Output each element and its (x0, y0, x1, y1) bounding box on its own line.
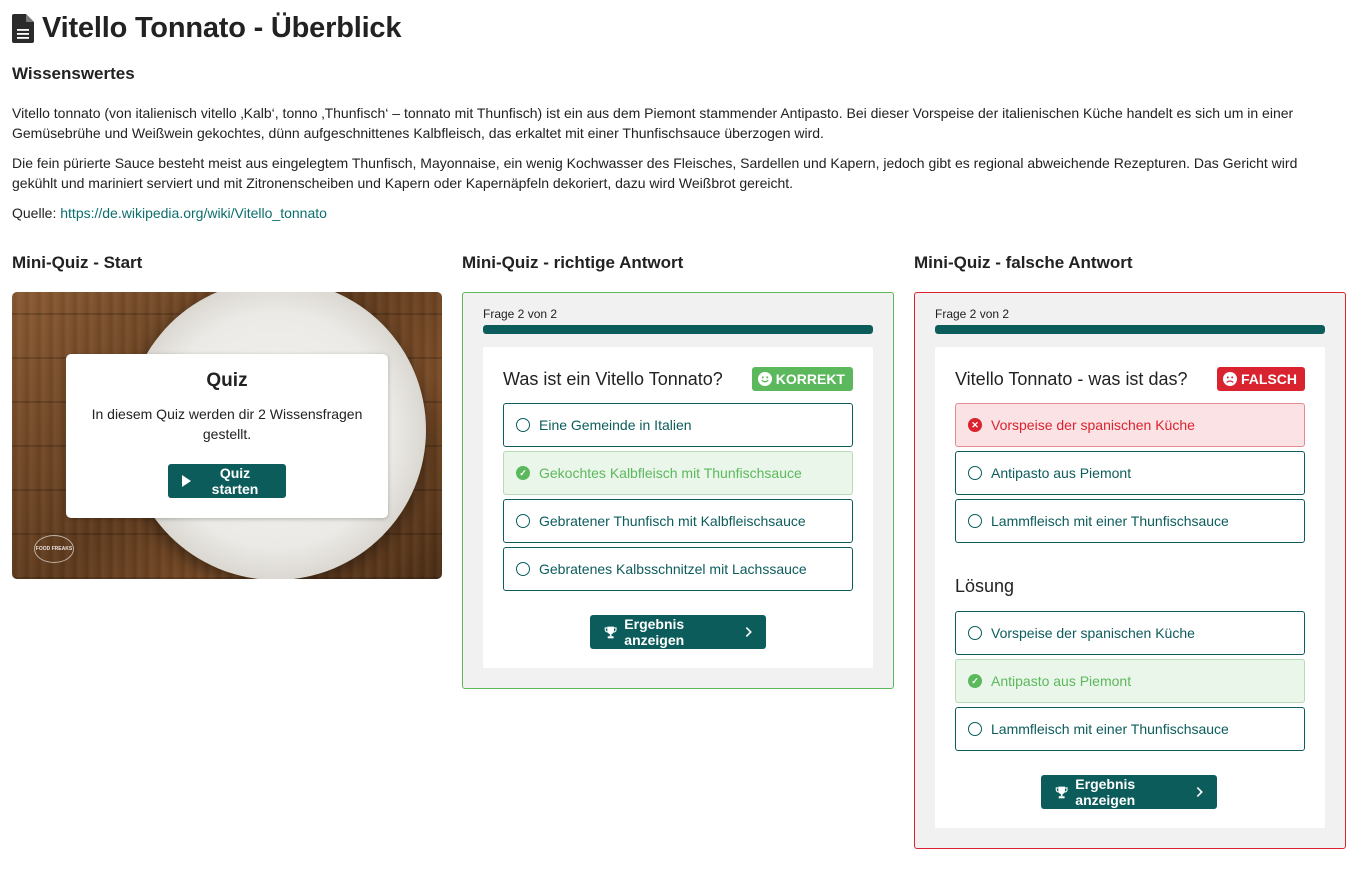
correct-column-title: Mini-Quiz - richtige Antwort (462, 253, 684, 272)
status-badge-correct: KORREKT (751, 367, 853, 391)
progress-fill (483, 325, 873, 334)
answer-option[interactable]: Antipasto aus Piemont (955, 451, 1305, 495)
start-quiz-label: Quiz starten (211, 465, 259, 497)
progress-label: Frage 2 von 2 (935, 307, 1010, 321)
solution-option: Vorspeise der spanischen Küche (955, 611, 1305, 655)
page-heading: Vitello Tonnato - Überblick (42, 11, 402, 44)
quiz-start-card: FOOD FREAKS Quiz In diesem Quiz werden d… (12, 292, 442, 579)
radio-icon (516, 562, 530, 576)
status-label: FALSCH (1241, 371, 1297, 387)
answer-label: Gebratenes Kalbsschnitzel mit Lachssauce (539, 561, 807, 577)
chevron-right-icon (745, 627, 752, 637)
show-result-button[interactable]: Ergebnis anzeigen (1041, 775, 1217, 809)
trophy-icon (604, 626, 617, 638)
check-icon: ✓ (968, 674, 982, 688)
play-icon (182, 475, 191, 487)
answer-option[interactable]: Gebratener Thunfisch mit Kalbfleischsauc… (503, 499, 853, 543)
check-icon: ✓ (516, 466, 530, 480)
answer-label: Vorspeise der spanischen Küche (991, 417, 1195, 433)
radio-icon (968, 722, 982, 736)
show-result-label: Ergebnis anzeigen (624, 616, 685, 648)
solution-option: Lammfleisch mit einer Thunfischsauce (955, 707, 1305, 751)
info-paragraph-2: Die fein pürierte Sauce besteht meist au… (12, 155, 1298, 191)
smiley-icon (757, 372, 772, 386)
info-paragraph-1: Vitello tonnato (von italienisch vitello… (12, 105, 1294, 141)
radio-icon (968, 466, 982, 480)
wrong-column-title: Mini-Quiz - falsche Antwort (914, 253, 1133, 272)
solution-label: Antipasto aus Piemont (991, 673, 1132, 689)
quiz-heading: Quiz (206, 370, 248, 391)
sad-face-icon (1223, 372, 1237, 386)
answer-option[interactable]: Lammfleisch mit einer Thunfischsauce (955, 499, 1305, 543)
radio-icon (968, 514, 982, 528)
question-card: Vitello Tonnato - was ist das? FALSCH ✕ … (935, 347, 1325, 828)
question-text: Was ist ein Vitello Tonnato? (503, 369, 723, 389)
radio-icon (968, 626, 982, 640)
show-result-button[interactable]: Ergebnis anzeigen (590, 615, 766, 649)
chevron-right-icon (1196, 787, 1203, 797)
quiz-correct-panel: Frage 2 von 2 Was ist ein Vitello Tonnat… (462, 292, 894, 689)
document-icon (12, 13, 34, 43)
answer-label: Gekochtes Kalbfleisch mit Thunfischsauce (539, 465, 802, 481)
radio-icon (516, 514, 530, 528)
solution-option-correct: ✓ Antipasto aus Piemont (955, 659, 1305, 703)
progress-bar (483, 325, 873, 334)
answer-option-correct[interactable]: ✓ Gekochtes Kalbfleisch mit Thunfischsau… (503, 451, 853, 495)
start-quiz-button[interactable]: Quiz starten (168, 464, 286, 498)
page-title: Vitello Tonnato - Überblick (12, 8, 401, 48)
quiz-wrong-panel: Frage 2 von 2 Vitello Tonnato - was ist … (914, 292, 1346, 849)
progress-fill (935, 325, 1325, 334)
answer-label: Lammfleisch mit einer Thunfischsauce (991, 513, 1229, 529)
solution-heading: Lösung (955, 576, 1015, 596)
answer-label: Gebratener Thunfisch mit Kalbfleischsauc… (539, 513, 806, 529)
answer-label: Eine Gemeinde in Italien (539, 417, 692, 433)
solution-label: Lammfleisch mit einer Thunfischsauce (991, 721, 1229, 737)
status-badge-wrong: FALSCH (1217, 367, 1305, 391)
question-card: Was ist ein Vitello Tonnato? KORREKT Ein… (483, 347, 873, 668)
source-label: Quelle: (12, 205, 57, 221)
quiz-intro-box: Quiz In diesem Quiz werden dir 2 Wissens… (66, 354, 388, 518)
answer-option[interactable]: Gebratenes Kalbsschnitzel mit Lachssauce (503, 547, 853, 591)
question-text: Vitello Tonnato - was ist das? (955, 369, 1188, 389)
food-freaks-logo: FOOD FREAKS (34, 535, 74, 563)
source-line: Quelle: https://de.wikipedia.org/wiki/Vi… (12, 203, 327, 223)
status-label: KORREKT (775, 371, 845, 387)
progress-label: Frage 2 von 2 (483, 307, 558, 321)
show-result-label: Ergebnis anzeigen (1075, 776, 1136, 808)
info-heading: Wissenswertes (12, 64, 135, 83)
cross-icon: ✕ (968, 418, 982, 432)
answer-option-wrong[interactable]: ✕ Vorspeise der spanischen Küche (955, 403, 1305, 447)
trophy-icon (1055, 786, 1068, 798)
radio-icon (516, 418, 530, 432)
progress-bar (935, 325, 1325, 334)
quiz-description: In diesem Quiz werden dir 2 Wissensfrage… (91, 406, 363, 442)
start-column-title: Mini-Quiz - Start (12, 253, 143, 272)
answer-option[interactable]: Eine Gemeinde in Italien (503, 403, 853, 447)
answer-label: Antipasto aus Piemont (991, 465, 1132, 481)
source-link[interactable]: https://de.wikipedia.org/wiki/Vitello_to… (60, 205, 327, 221)
solution-label: Vorspeise der spanischen Küche (991, 625, 1195, 641)
